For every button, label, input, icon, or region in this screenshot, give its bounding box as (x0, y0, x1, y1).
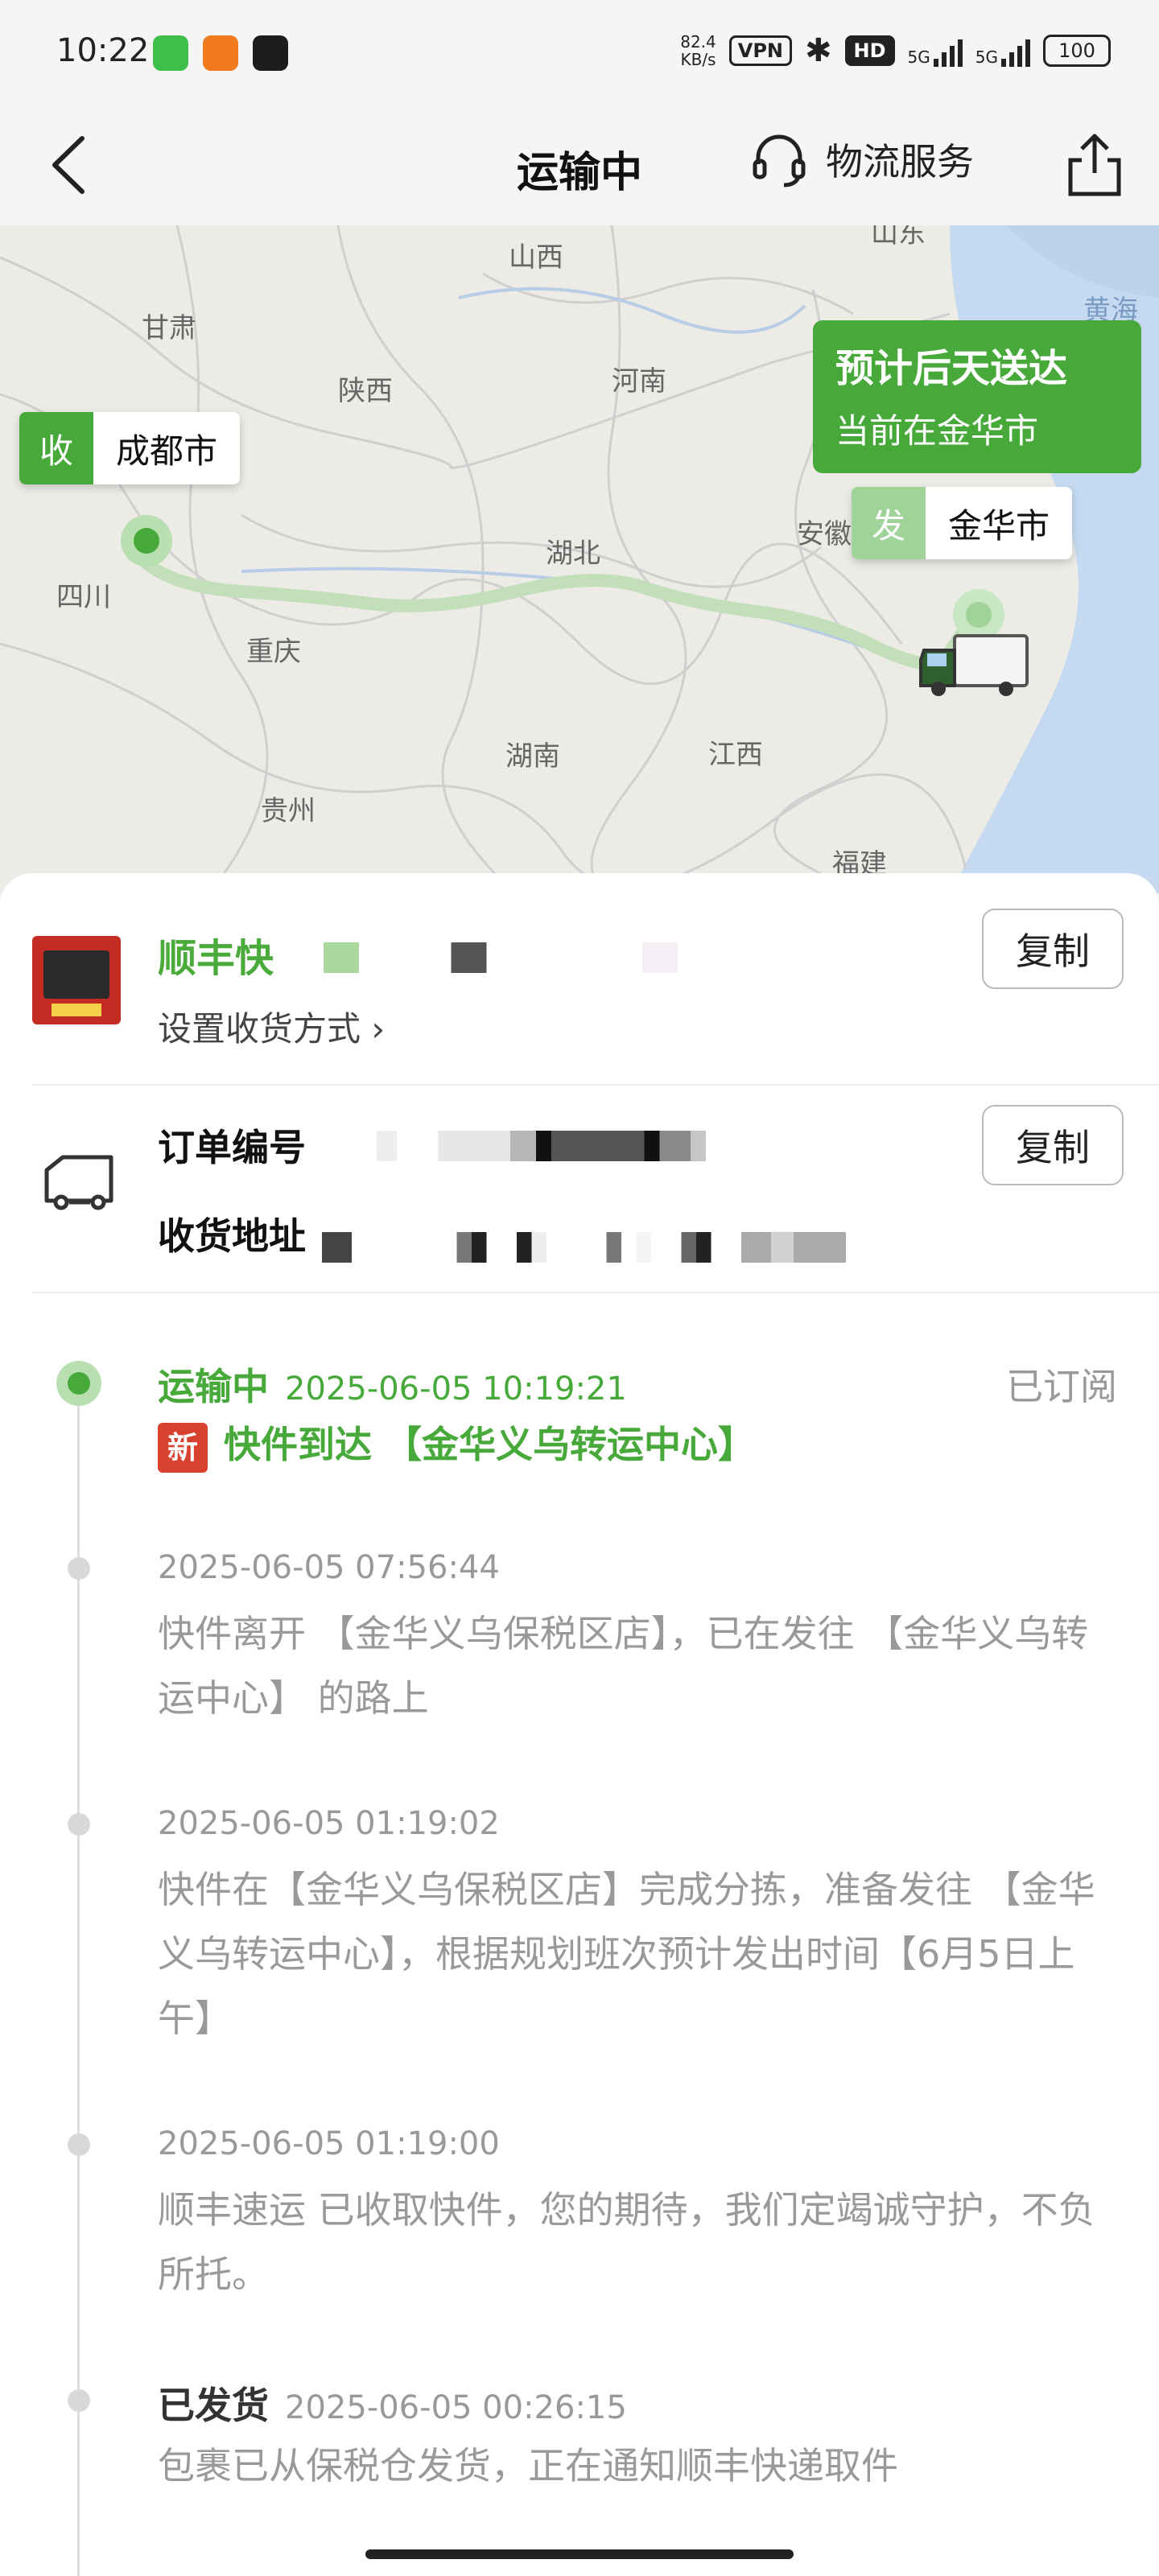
province-label: 重庆 (246, 636, 301, 668)
set-receive-mode-link[interactable]: 设置收货方式 › (158, 1002, 385, 1051)
net-speed: 82.4 KB/s (680, 32, 716, 69)
province-label: 湖南 (505, 740, 560, 773)
home-indicator[interactable] (365, 2549, 794, 2559)
taobao-icon (203, 35, 238, 71)
hd-icon: HD (844, 35, 895, 66)
chevron-right-icon: › (371, 1009, 386, 1049)
province-label: 陕西 (338, 375, 393, 407)
logistics-service-button[interactable]: 物流服务 (749, 129, 974, 190)
province-label: 江西 (708, 739, 763, 771)
copy-order-button[interactable]: 复制 (982, 1105, 1124, 1185)
timeline-time: 2025-06-05 10:19:21 (285, 1370, 627, 1408)
timeline-time: 2025-06-05 01:19:02 (158, 1805, 500, 1842)
product-thumbnail[interactable] (32, 936, 121, 1024)
province-label: 湖北 (546, 538, 600, 570)
timeline-dot-active (56, 1361, 101, 1406)
destination-city: 成都市 (116, 431, 218, 471)
masked-address (322, 1232, 1070, 1263)
nav-bar: 运输中 物流服务 (0, 105, 1159, 225)
app-icon (253, 35, 288, 71)
origin-tag: 发 (852, 487, 926, 559)
logistics-detail-sheet: 顺丰快 设置收货方式 › 复制 订单编号 收货地址 复制 运输中 2025-06… (0, 873, 1159, 2576)
timeline-text: 包裹已从保税仓发货，正在通知顺丰快递取件 (158, 2444, 898, 2487)
timeline-text: 快件在【金华义乌保税区店】完成分拣，准备发往 【金华义乌转运中心】，根据规划班次… (158, 1868, 1095, 2040)
timeline-text: 新快件到达 【金华义乌转运中心】 (158, 1412, 1107, 1477)
address-label: 收货地址 (158, 1214, 306, 1258)
destination-label: 收 成都市 (19, 412, 241, 484)
timeline-dot (68, 1813, 90, 1836)
destination-pin-core (134, 528, 159, 554)
eta-text: 预计后天送达 (835, 346, 1068, 391)
headset-icon (753, 134, 806, 188)
share-icon[interactable] (1054, 125, 1135, 205)
new-badge: 新 (158, 1422, 208, 1473)
bluetooth-icon: ✱ (805, 32, 832, 69)
timeline-status: 已发货 (158, 2384, 269, 2427)
province-label: 四川 (56, 581, 111, 613)
truck-icon (44, 1155, 113, 1210)
battery-icon: 100 (1043, 35, 1111, 67)
carrier-name: 顺丰快 (158, 936, 274, 981)
province-label: 甘肃 (142, 312, 196, 344)
route-map[interactable]: 山西 山东 黄海 甘肃 陕西 河南 四川 湖北 安徽 重庆 湖南 江西 贵州 福… (0, 225, 1159, 893)
divider (32, 1084, 1159, 1086)
subscribed-status[interactable]: 已订阅 (1006, 1358, 1117, 1411)
signal-2-icon: 5G (975, 35, 1030, 67)
status-indicators: 82.4 KB/s VPN ✱ HD 5G 5G 100 (680, 32, 1111, 69)
masked-tracking-no (324, 942, 678, 973)
timeline-time: 2025-06-05 01:19:00 (158, 2125, 500, 2162)
copy-tracking-button[interactable]: 复制 (982, 909, 1124, 989)
province-label: 山东 (871, 225, 926, 249)
province-label: 山西 (509, 241, 563, 274)
truck-marker-icon (919, 634, 1029, 696)
page-title: 运输中 (516, 149, 642, 197)
timeline-dot (68, 2389, 90, 2412)
divider (32, 1292, 1159, 1293)
timeline-dot (68, 2133, 90, 2156)
status-bar: 10:22 82.4 KB/s VPN ✱ HD 5G 5G 100 (0, 0, 1159, 105)
origin-label: 发 金华市 (852, 487, 1073, 559)
status-time: 10:22 (56, 32, 150, 69)
province-label: 安徽 (797, 518, 852, 550)
timeline-time: 2025-06-05 07:56:44 (158, 1549, 500, 1586)
timeline-status: 运输中 (158, 1365, 269, 1408)
order-number-label: 订单编号 (158, 1126, 306, 1169)
province-label: 河南 (612, 365, 666, 398)
current-location-text: 当前在金华市 (835, 411, 1039, 451)
set-receive-mode-label: 设置收货方式 (158, 1009, 361, 1049)
timeline-text: 快件离开 【金华义乌保税区店】，已在发往 【金华义乌转运中心】 的路上 (158, 1612, 1089, 1720)
wechat-icon (153, 35, 188, 71)
timeline-dot (68, 1557, 90, 1580)
masked-order-number (330, 1131, 845, 1161)
origin-pin-core (966, 602, 992, 628)
destination-tag: 收 (19, 412, 93, 484)
logistics-service-label: 物流服务 (826, 140, 974, 183)
timeline-text: 顺丰速运 已收取快件，您的期待，我们定竭诚守护，不负所托。 (158, 2188, 1095, 2296)
origin-city: 金华市 (948, 505, 1050, 546)
eta-callout: 预计后天送达 当前在金华市 (813, 320, 1141, 473)
timeline-time: 2025-06-05 00:26:15 (285, 2389, 627, 2426)
signal-1-icon: 5G (908, 35, 963, 67)
province-label: 贵州 (261, 795, 316, 827)
vpn-icon: VPN (728, 35, 792, 66)
